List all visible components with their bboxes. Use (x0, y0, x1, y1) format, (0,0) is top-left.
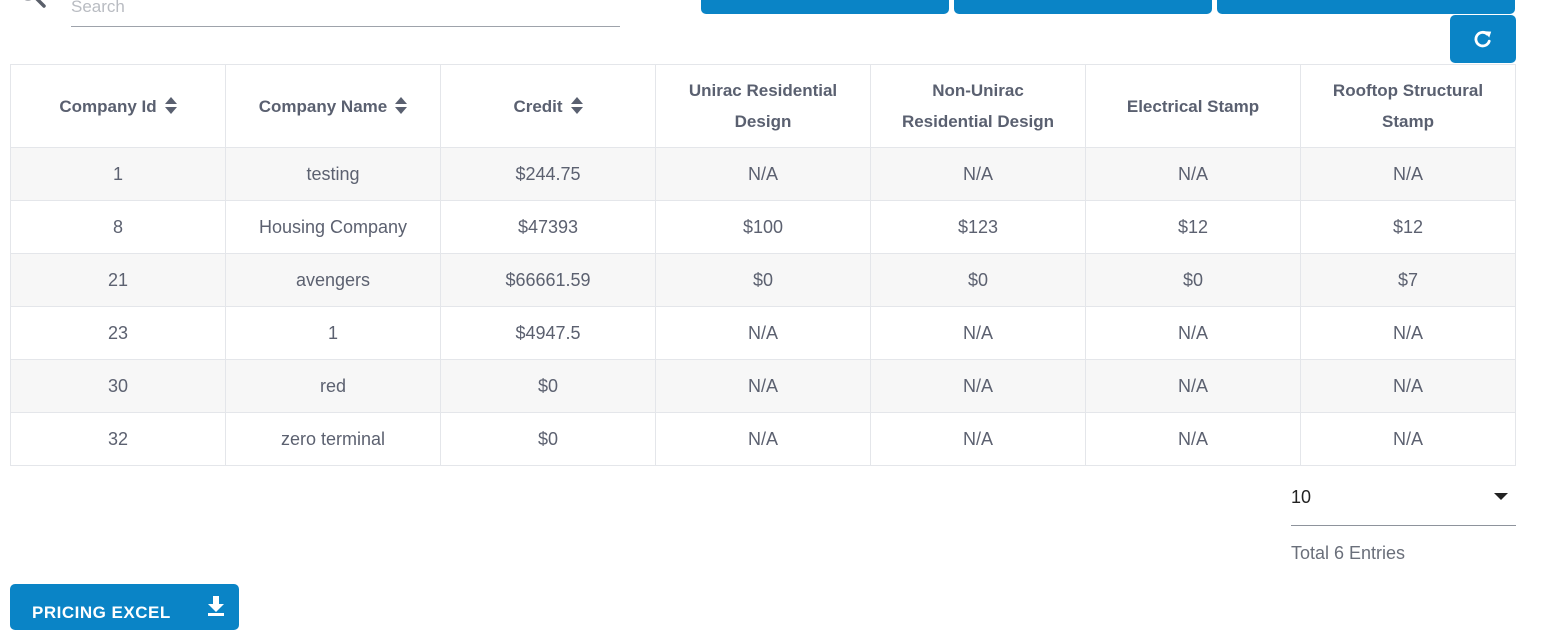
column-header-credit[interactable]: Credit (440, 64, 656, 148)
table-cell: zero terminal (225, 412, 441, 466)
table-cell: $0 (440, 412, 656, 466)
column-header-electrical-stamp: Electrical Stamp (1085, 64, 1301, 148)
caret-down-icon (1494, 493, 1508, 500)
table-cell: N/A (870, 306, 1086, 360)
refresh-button[interactable] (1450, 15, 1516, 63)
column-header-label: Electrical Stamp (1126, 96, 1260, 116)
table-cell: $47393 (440, 200, 656, 254)
column-header-label: Rooftop Structural Stamp (1332, 81, 1484, 131)
refresh-icon (1474, 31, 1492, 48)
table-cell: $0 (440, 359, 656, 413)
top-action-button-3[interactable] (1217, 0, 1515, 14)
search-input[interactable] (71, 0, 620, 27)
table-cell: N/A (1085, 306, 1301, 360)
search-icon (24, 0, 46, 8)
pricing-excel-button[interactable]: PRICING EXCEL (10, 584, 239, 630)
column-header-label: Unirac Residential Design (688, 81, 838, 131)
table-cell: red (225, 359, 441, 413)
table-cell: N/A (1085, 147, 1301, 201)
table-row: 23 1 $4947.5 N/A N/A N/A N/A (10, 306, 1516, 360)
table-cell: 1 (10, 147, 226, 201)
column-header-label: Company Name (258, 96, 388, 116)
column-header-non-unirac-residential-design: Non-Unirac Residential Design (870, 64, 1086, 148)
table-cell: $12 (1085, 200, 1301, 254)
table-cell: 8 (10, 200, 226, 254)
table-cell: 1 (225, 306, 441, 360)
top-action-button-2[interactable] (954, 0, 1212, 14)
sort-icon[interactable] (395, 97, 408, 115)
pricing-excel-label: PRICING EXCEL (32, 603, 171, 622)
table-cell: $0 (1085, 253, 1301, 307)
column-header-label: Credit (513, 96, 563, 116)
table-row: 1 testing $244.75 N/A N/A N/A N/A (10, 147, 1516, 201)
table-cell: $0 (870, 253, 1086, 307)
table-cell: N/A (1300, 147, 1516, 201)
table-header-row: Company Id Company Name Credit Unirac Re… (10, 64, 1516, 148)
table-cell: $244.75 (440, 147, 656, 201)
table-cell: $7 (1300, 253, 1516, 307)
page-size-value: 10 (1291, 487, 1312, 507)
table-cell: N/A (655, 306, 871, 360)
table-cell: $100 (655, 200, 871, 254)
table-cell: N/A (655, 359, 871, 413)
table-cell: N/A (870, 359, 1086, 413)
table-cell: N/A (870, 147, 1086, 201)
table-cell: 30 (10, 359, 226, 413)
table-cell: N/A (1085, 359, 1301, 413)
column-header-rooftop-structural-stamp: Rooftop Structural Stamp (1300, 64, 1516, 148)
table-cell: 23 (10, 306, 226, 360)
table-cell: 32 (10, 412, 226, 466)
table-cell: $0 (655, 253, 871, 307)
sort-icon[interactable] (570, 97, 583, 115)
table-row: 32 zero terminal $0 N/A N/A N/A N/A (10, 412, 1516, 466)
column-header-company-id[interactable]: Company Id (10, 64, 226, 148)
table-cell: N/A (1300, 306, 1516, 360)
table-cell: $123 (870, 200, 1086, 254)
table-row: 8 Housing Company $47393 $100 $123 $12 $… (10, 200, 1516, 254)
total-entries: Total 6 Entries (1291, 543, 1406, 563)
table-cell: N/A (1085, 412, 1301, 466)
table-cell: N/A (655, 412, 871, 466)
column-header-company-name[interactable]: Company Name (225, 64, 441, 148)
table-cell: N/A (870, 412, 1086, 466)
download-icon (208, 596, 224, 616)
top-action-button-1[interactable] (701, 0, 949, 14)
table-cell: $66661.59 (440, 253, 656, 307)
table-cell: N/A (1300, 359, 1516, 413)
company-pricing-table: Company Id Company Name Credit Unirac Re… (10, 64, 1516, 466)
column-header-label: Company Id (59, 96, 157, 116)
column-header-unirac-residential-design: Unirac Residential Design (655, 64, 871, 148)
column-header-label: Non-Unirac Residential Design (901, 81, 1055, 131)
page-size-select[interactable]: 10 (1291, 480, 1516, 526)
table-cell: avengers (225, 253, 441, 307)
table-row: 21 avengers $66661.59 $0 $0 $0 $7 (10, 253, 1516, 307)
table-cell: $4947.5 (440, 306, 656, 360)
table-cell: N/A (1300, 412, 1516, 466)
table-cell: N/A (655, 147, 871, 201)
table-cell: testing (225, 147, 441, 201)
table-cell: $12 (1300, 200, 1516, 254)
table-cell: 21 (10, 253, 226, 307)
sort-icon[interactable] (164, 97, 177, 115)
table-row: 30 red $0 N/A N/A N/A N/A (10, 359, 1516, 413)
table-cell: Housing Company (225, 200, 441, 254)
